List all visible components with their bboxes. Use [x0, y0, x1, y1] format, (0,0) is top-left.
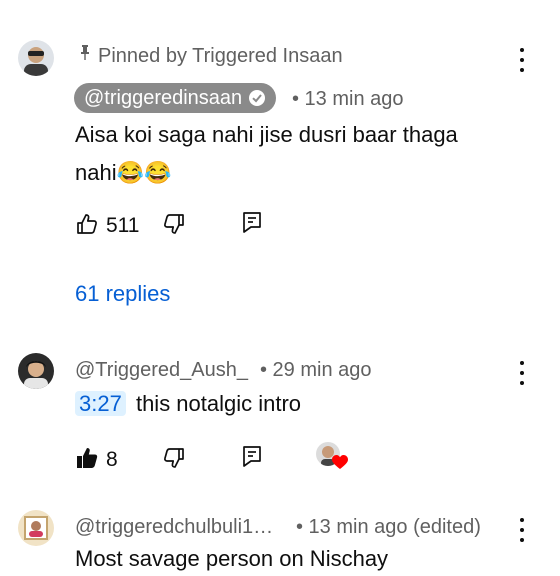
avatar[interactable]	[18, 353, 54, 389]
like-icon-filled[interactable]	[75, 446, 99, 470]
pin-icon	[78, 44, 92, 60]
author-chip[interactable]: @triggeredinsaan	[74, 83, 277, 113]
verified-icon	[248, 89, 266, 107]
heart-icon	[332, 455, 348, 470]
like-count: 8	[106, 448, 118, 471]
reply-icon[interactable]	[240, 210, 264, 234]
dislike-icon[interactable]	[162, 212, 186, 236]
more-options-icon[interactable]	[517, 518, 527, 542]
comment-time: • 13 min ago (edited)	[296, 516, 481, 538]
comment-time: • 13 min ago	[292, 88, 404, 110]
more-options-icon[interactable]	[517, 48, 527, 72]
dislike-icon[interactable]	[162, 446, 186, 470]
avatar[interactable]	[18, 510, 54, 546]
like-count: 511	[106, 214, 140, 237]
video-timestamp-link[interactable]: 3:27	[75, 391, 126, 416]
author-name[interactable]: @triggeredchulbuli1…	[75, 516, 273, 539]
comment-time: • 29 min ago	[260, 359, 372, 381]
comment-text-line1: Aisa koi saga nahi jise dusri baar thaga	[75, 122, 458, 147]
like-icon[interactable]	[75, 212, 99, 236]
comment-text: 3:27 this notalgic intro	[75, 387, 301, 421]
creator-heart-badge	[316, 442, 348, 472]
pinned-label: Pinned by Triggered Insaan	[98, 45, 343, 67]
author-name: @triggeredinsaan	[84, 86, 243, 109]
more-options-icon[interactable]	[517, 361, 527, 385]
reply-icon[interactable]	[240, 444, 264, 468]
replies-link[interactable]: 61 replies	[75, 281, 170, 307]
comment-text-line2: nahi😂😂	[75, 160, 172, 185]
author-name[interactable]: @Triggered_Aush_	[75, 359, 248, 382]
comment-body: this notalgic intro	[135, 391, 302, 416]
avatar[interactable]	[18, 40, 54, 76]
comment-text-partial: Most savage person on Nischay	[75, 546, 389, 571]
